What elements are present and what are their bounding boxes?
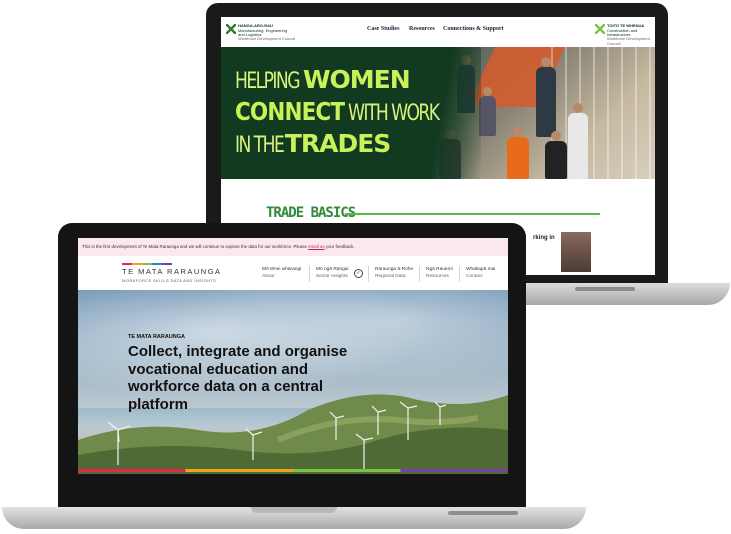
worker-figure [507,137,529,179]
hero-kicker: TE MATA RARAUNGA [128,334,186,340]
hero-line-1: HELPING WOMEN [235,65,411,97]
notice-text: This is the first development of Te Mata… [82,244,355,249]
email-us-link[interactable]: email us [308,244,324,249]
side-card-title[interactable]: rking in [533,235,555,241]
toitu-te-whenua-logo-icon [595,24,605,34]
nav-item-regional-data[interactable]: Raraunga ā-Rohe Regional Data [375,266,413,280]
nav-separator [459,266,460,282]
back-hero-banner: HELPING WOMEN CONNECT WITH WORK IN THETRAD… [221,47,655,179]
nav-item-sub: About [262,274,275,279]
worker-figure [483,87,492,96]
worker-figure [479,96,496,136]
nav-item-sub: Resources [426,274,449,279]
hero-text: IN THE [235,133,285,158]
front-laptop-vent [448,511,518,515]
front-site-header: TE MATA RARAUNGA WORKFORCE SKILLS DATA A… [78,256,508,291]
hero-text: WITH WORK [347,101,440,126]
footer-color-strip [78,469,508,472]
nav-case-studies[interactable]: Case Studies [367,26,400,32]
nav-separator [309,266,310,282]
section-title-trade-basics: TRADE BASICS [266,205,356,221]
back-site-header: HANGA-ARO-RAU Manufacturing, Engineering… [221,17,655,48]
hanga-aro-rau-logo-icon[interactable] [226,24,236,34]
nav-item-title: Mō ngā Rāngai [316,267,349,272]
hero-line-3: IN THETRADES [235,129,391,161]
worker-figure [568,113,588,179]
nav-item-title: Ngā Rauemi [426,267,453,272]
nav-item-title: Mō tēnei whārangi [262,267,302,272]
nav-resources[interactable]: Resources [409,26,435,32]
nav-separator [419,266,420,282]
worker-figure [573,103,583,113]
nav-item-title: Whakapā mai [466,267,496,272]
hero-line-2: CONNECT WITH WORK [235,97,464,129]
partner-logo-line: Workforce Development Council [607,36,650,46]
worker-figure [551,131,561,141]
notice-message-end: your feedback. [325,244,355,249]
worker-figure [541,57,551,67]
check-circle-icon[interactable]: ✓ [354,269,363,278]
nav-item-sub: Sector Insights [316,274,348,279]
notice-message: This is the first development of Te Mata… [82,244,307,249]
nav-item-sector-insights[interactable]: Mō ngā Rāngai Sector Insights [316,266,349,280]
front-laptop-notch [251,507,337,513]
hero-headline: Collect, integrate and organise vocation… [128,343,348,413]
worker-figure [513,127,523,137]
back-laptop-vent [575,287,635,291]
nav-connections-support[interactable]: Connections & Support [443,26,504,32]
nav-item-sub: Contact [466,274,483,279]
nav-item-sub: Regional Data [375,274,406,279]
nav-item-about[interactable]: Mō tēnei whārangi About [262,266,301,280]
brand-tagline: WORKFORCE SKILLS DATA AND INSIGHTS [122,279,217,283]
hero-text: CONNECT [235,97,345,126]
brand-logo[interactable]: TE MATA RARAUNGA [122,267,222,276]
hero-text: WOMEN [302,65,411,94]
feedback-notice-bar: This is the first development of Te Mata… [78,238,508,256]
worker-figure [545,141,567,179]
side-card-image[interactable] [561,232,591,272]
hero-text: HELPING [235,69,300,94]
nav-item-title: Raraunga ā-Rohe [375,267,414,272]
hero-text: TRADES [284,129,391,158]
brand-color-stripe [122,263,172,265]
worker-figure [536,67,556,137]
nav-separator [368,266,369,282]
section-divider [345,213,600,215]
front-hero-banner: TE MATA RARAUNGA Collect, integrate and … [78,290,508,474]
front-laptop-screen: This is the first development of Te Mata… [78,238,508,474]
nav-item-resources[interactable]: Ngā Rauemi Resources [426,266,453,280]
back-logo-line: Workforce Development Council [238,36,296,41]
nav-item-contact[interactable]: Whakapā mai Contact [466,266,495,280]
